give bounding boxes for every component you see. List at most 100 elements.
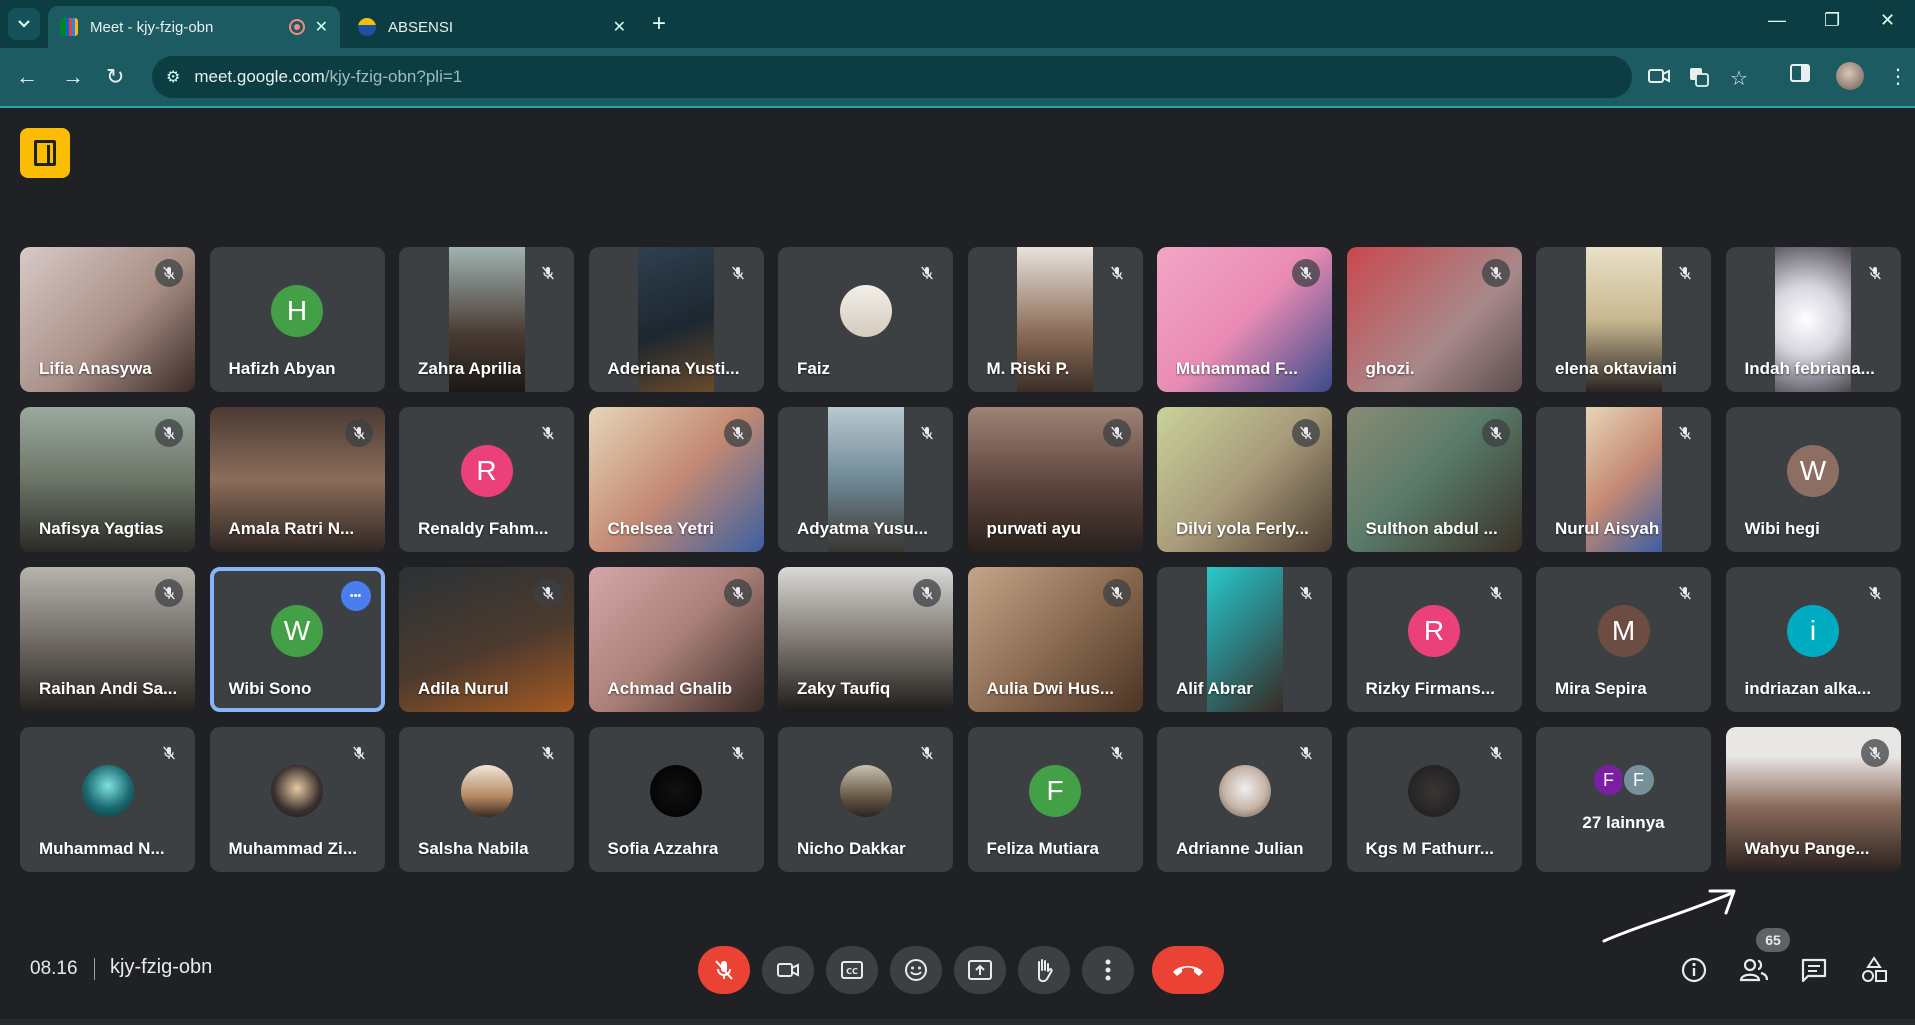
- participant-tile[interactable]: M. Riski P.: [967, 247, 1143, 392]
- more-vert-icon[interactable]: ⋮: [1888, 64, 1908, 89]
- participant-tile[interactable]: ghozi.: [1346, 247, 1522, 392]
- mic-off-icon: [1860, 579, 1889, 607]
- leave-call-button[interactable]: [1152, 946, 1224, 994]
- side-panel-icon[interactable]: [1790, 64, 1810, 88]
- participant-tile[interactable]: Nafisya Yagtias: [20, 407, 195, 552]
- avatar: W: [1787, 444, 1839, 497]
- camera-icon[interactable]: [1648, 66, 1670, 92]
- participant-tile[interactable]: Lifia Anasywa: [20, 247, 195, 392]
- mic-off-icon: [1292, 419, 1320, 447]
- participant-name: Adrianne Julian: [1176, 839, 1304, 858]
- participant-tile[interactable]: Chelsea Yetri: [588, 407, 764, 552]
- mic-off-icon: [1481, 579, 1510, 607]
- participant-tile[interactable]: W Wibi hegi: [1725, 407, 1901, 552]
- participant-tile[interactable]: Amala Ratri N...: [209, 407, 385, 552]
- chat-button[interactable]: [1798, 954, 1830, 986]
- participant-tile[interactable]: Dilvi yola Ferly...: [1157, 407, 1332, 552]
- svg-text:CC: CC: [846, 967, 858, 976]
- raise-hand-button[interactable]: [1018, 946, 1070, 994]
- meeting-details-button[interactable]: [1678, 954, 1710, 986]
- activities-button[interactable]: [1858, 954, 1890, 986]
- participant-tile[interactable]: Adila Nurul: [399, 567, 574, 712]
- reload-button[interactable]: ↻: [106, 64, 124, 90]
- participant-name: Dilvi yola Ferly...: [1176, 519, 1309, 538]
- participant-tile[interactable]: Nicho Dakkar: [778, 727, 953, 872]
- more-options-icon[interactable]: •••: [340, 581, 371, 611]
- participant-tile[interactable]: Aderiana Yusti...: [588, 247, 764, 392]
- participant-tile[interactable]: Salsha Nabila: [399, 727, 574, 872]
- participant-tile[interactable]: W ••• Wibi Sono: [209, 567, 385, 712]
- participant-tile[interactable]: Sulthon abdul ...: [1346, 407, 1522, 552]
- participant-tile[interactable]: Muhammad N...: [20, 727, 195, 872]
- microphone-button[interactable]: [698, 946, 750, 994]
- present-button[interactable]: [954, 946, 1006, 994]
- camera-button[interactable]: [762, 946, 814, 994]
- toolbar-divider: [0, 106, 1915, 108]
- close-icon[interactable]: ✕: [315, 17, 328, 37]
- more-options-button[interactable]: [1082, 946, 1134, 994]
- participant-tile[interactable]: elena oktaviani: [1536, 247, 1711, 392]
- reactions-button[interactable]: [890, 946, 942, 994]
- participant-tile[interactable]: R Rizky Firmans...: [1346, 567, 1522, 712]
- site-info-icon[interactable]: ⚙: [166, 67, 180, 87]
- avatar: W: [271, 604, 323, 657]
- mic-off-icon: [1102, 419, 1131, 447]
- participant-tile[interactable]: Adrianne Julian: [1157, 727, 1332, 872]
- participant-tile[interactable]: M Mira Sepira: [1536, 567, 1711, 712]
- others-count-label: 27 lainnya: [1582, 813, 1665, 832]
- close-icon[interactable]: ✕: [613, 17, 626, 37]
- participant-tile[interactable]: R Renaldy Fahm...: [399, 407, 574, 552]
- participant-tile[interactable]: purwati ayu: [967, 407, 1143, 552]
- participant-tile[interactable]: Aulia Dwi Hus...: [967, 567, 1143, 712]
- school-crest-icon: [358, 18, 376, 36]
- mic-off-icon: [1671, 419, 1699, 447]
- participant-tile[interactable]: Alif Abrar: [1157, 567, 1332, 712]
- participant-tile[interactable]: Muhammad F...: [1157, 247, 1332, 392]
- tab-meet[interactable]: Meet - kjy-fzig-obn ✕: [48, 6, 340, 48]
- hand-icon: [1038, 959, 1053, 983]
- participant-tile[interactable]: Faiz: [778, 247, 953, 392]
- participant-name: Salsha Nabila: [418, 839, 529, 858]
- close-window-button[interactable]: ✕: [1880, 10, 1895, 31]
- captions-button[interactable]: CC: [826, 946, 878, 994]
- participant-tile[interactable]: i indriazan alka...: [1725, 567, 1901, 712]
- participant-tile[interactable]: Indah febriana...: [1725, 247, 1901, 392]
- emoji-icon: [905, 959, 927, 981]
- participant-tile[interactable]: Muhammad Zi...: [209, 727, 385, 872]
- back-button[interactable]: ←: [16, 64, 38, 90]
- address-bar[interactable]: ⚙ meet.google.com/kjy-fzig-obn?pli=1 ☆: [152, 56, 1748, 98]
- participant-tile[interactable]: Achmad Ghalib: [588, 567, 764, 712]
- avatar: [460, 764, 513, 817]
- google-meet-icon: [60, 18, 78, 36]
- mic-off-icon: [1481, 739, 1510, 767]
- forward-button[interactable]: →: [62, 64, 84, 90]
- people-button[interactable]: [1738, 954, 1770, 986]
- participant-tile[interactable]: H Hafizh Abyan: [209, 247, 385, 392]
- restore-button[interactable]: ❐: [1824, 10, 1840, 31]
- bookmark-star-icon[interactable]: ☆: [1730, 66, 1748, 91]
- mic-off-icon: [1481, 259, 1510, 287]
- others-tile[interactable]: F F 27 lainnya: [1536, 727, 1711, 872]
- minimize-button[interactable]: —: [1768, 10, 1786, 31]
- mic-off-icon: [1860, 739, 1889, 767]
- participant-name: Raihan Andi Sa...: [39, 679, 178, 698]
- mic-off-icon: [155, 419, 183, 447]
- participant-tile[interactable]: Zahra Aprilia: [399, 247, 574, 392]
- translate-icon[interactable]: [1688, 66, 1710, 94]
- tab-absensi[interactable]: ABSENSI ✕: [346, 6, 638, 48]
- participant-tile[interactable]: Raihan Andi Sa...: [20, 567, 195, 712]
- participant-tile[interactable]: Nurul Aisyah: [1536, 407, 1711, 552]
- participant-tile[interactable]: Kgs M Fathurr...: [1346, 727, 1522, 872]
- participant-tile[interactable]: F Feliza Mutiara: [967, 727, 1143, 872]
- tab-search-button[interactable]: [8, 8, 40, 40]
- meet-companion-logo[interactable]: [20, 128, 70, 178]
- avatar: R: [460, 444, 513, 497]
- participant-tile[interactable]: Adyatma Yusu...: [778, 407, 953, 552]
- new-tab-button[interactable]: +: [652, 10, 666, 38]
- profile-avatar[interactable]: [1836, 62, 1864, 90]
- participant-tile[interactable]: Zaky Taufiq: [778, 567, 953, 712]
- shapes-icon: [1862, 956, 1887, 982]
- participant-tile[interactable]: Wahyu Pange...: [1725, 727, 1901, 872]
- participant-name: Achmad Ghalib: [607, 679, 733, 698]
- participant-tile[interactable]: Sofia Azzahra: [588, 727, 764, 872]
